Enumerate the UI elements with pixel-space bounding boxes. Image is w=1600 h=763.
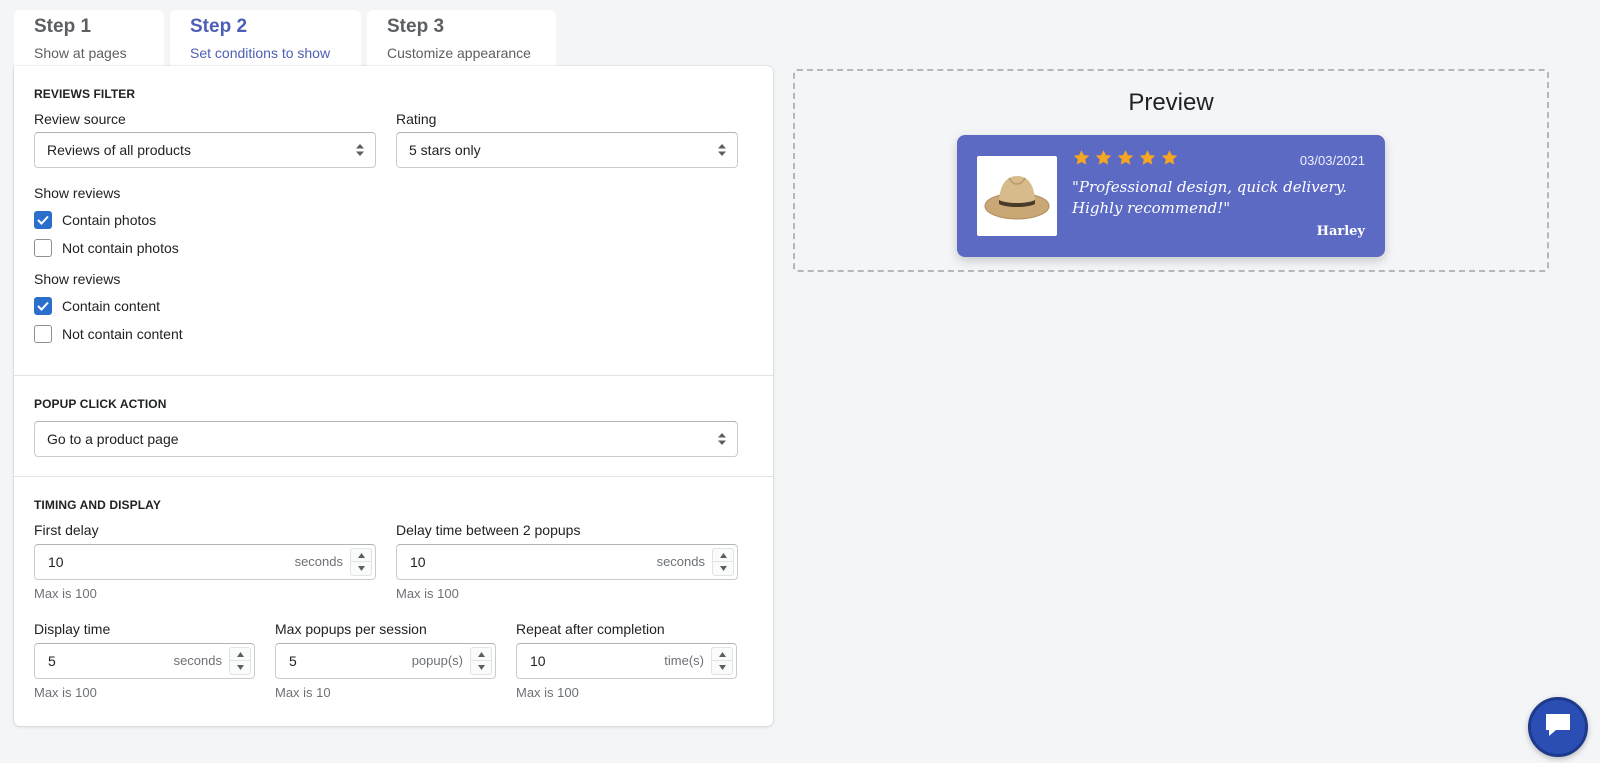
stepper-up-icon[interactable] xyxy=(230,648,250,661)
repeat-suffix: time(s) xyxy=(664,653,704,668)
first-delay-label: First delay xyxy=(34,522,99,538)
not-contain-photos-checkbox[interactable]: Not contain photos xyxy=(34,239,179,257)
star-icon xyxy=(1117,150,1134,165)
checkmark-icon xyxy=(34,297,52,315)
stepper-down-icon[interactable] xyxy=(230,661,250,674)
select-arrows-icon xyxy=(717,431,727,447)
timing-display-title: TIMING AND DISPLAY xyxy=(34,498,161,512)
review-date: 03/03/2021 xyxy=(1299,153,1365,168)
checkmark-icon xyxy=(34,211,52,229)
popup-click-action-select[interactable]: Go to a product page xyxy=(34,421,738,457)
first-delay-value: 10 xyxy=(48,554,64,570)
checkbox-empty-icon xyxy=(34,325,52,343)
not-contain-photos-label: Not contain photos xyxy=(62,240,179,256)
delay-between-input[interactable]: 10 seconds xyxy=(396,544,738,580)
review-source-select[interactable]: Reviews of all products xyxy=(34,132,376,168)
tab-step-2-subtitle: Set conditions to show xyxy=(190,45,331,61)
display-time-help: Max is 100 xyxy=(34,685,97,700)
popup-click-action-value: Go to a product page xyxy=(47,431,179,447)
max-popups-stepper xyxy=(470,647,492,675)
stepper-up-icon[interactable] xyxy=(471,648,491,661)
display-time-suffix: seconds xyxy=(173,653,222,668)
delay-between-help: Max is 100 xyxy=(396,586,459,601)
preview-area: Preview 03/03/2021 "Professional design,… xyxy=(793,69,1549,272)
star-icon xyxy=(1073,150,1090,165)
max-popups-suffix: popup(s) xyxy=(411,653,463,668)
stepper-up-icon[interactable] xyxy=(351,549,371,562)
first-delay-suffix: seconds xyxy=(294,554,343,569)
contain-content-checkbox[interactable]: Contain content xyxy=(34,297,160,315)
max-popups-value: 5 xyxy=(289,653,297,669)
max-popups-input[interactable]: 5 popup(s) xyxy=(275,643,496,679)
review-source-value: Reviews of all products xyxy=(47,142,191,158)
max-popups-help: Max is 10 xyxy=(275,685,331,700)
max-popups-label: Max popups per session xyxy=(275,621,427,637)
repeat-input[interactable]: 10 time(s) xyxy=(516,643,737,679)
rating-select[interactable]: 5 stars only xyxy=(396,132,738,168)
steps-tabs: Step 1 Show at pages Step 2 Set conditio… xyxy=(14,10,556,68)
review-author: Harley xyxy=(1316,224,1365,239)
delay-between-value: 10 xyxy=(410,554,426,570)
repeat-stepper xyxy=(711,647,733,675)
stepper-down-icon[interactable] xyxy=(713,562,733,575)
tab-step-2[interactable]: Step 2 Set conditions to show xyxy=(170,10,361,68)
chat-button[interactable] xyxy=(1528,697,1588,757)
not-contain-content-checkbox[interactable]: Not contain content xyxy=(34,325,183,343)
timing-display-section: TIMING AND DISPLAY First delay 10 second… xyxy=(14,477,773,726)
reviews-filter-title: REVIEWS FILTER xyxy=(34,87,136,101)
rating-value: 5 stars only xyxy=(409,142,481,158)
review-text: "Professional design, quick delivery. Hi… xyxy=(1072,178,1347,217)
checkbox-empty-icon xyxy=(34,239,52,257)
tab-step-3-title: Step 3 xyxy=(387,16,445,37)
not-contain-content-label: Not contain content xyxy=(62,326,183,342)
repeat-help: Max is 100 xyxy=(516,685,579,700)
delay-between-label: Delay time between 2 popups xyxy=(396,522,581,538)
show-reviews-photos-label: Show reviews xyxy=(34,185,121,201)
display-time-stepper xyxy=(229,647,251,675)
stepper-up-icon[interactable] xyxy=(713,549,733,562)
rating-stars xyxy=(1072,149,1179,167)
tab-step-1-subtitle: Show at pages xyxy=(34,45,127,61)
select-arrows-icon xyxy=(355,142,365,158)
stepper-down-icon[interactable] xyxy=(471,661,491,674)
tab-step-2-title: Step 2 xyxy=(190,16,248,37)
stepper-up-icon[interactable] xyxy=(712,648,732,661)
delay-between-suffix: seconds xyxy=(656,554,705,569)
contain-photos-label: Contain photos xyxy=(62,212,157,228)
star-icon xyxy=(1161,150,1178,165)
delay-between-stepper xyxy=(712,548,734,576)
contain-photos-checkbox[interactable]: Contain photos xyxy=(34,211,156,229)
star-icon xyxy=(1139,150,1156,165)
tab-step-3-subtitle: Customize appearance xyxy=(387,45,531,61)
display-time-value: 5 xyxy=(48,653,56,669)
review-popup[interactable]: 03/03/2021 "Professional design, quick d… xyxy=(957,135,1385,257)
review-source-label: Review source xyxy=(34,111,126,127)
select-arrows-icon xyxy=(717,142,727,158)
first-delay-input[interactable]: 10 seconds xyxy=(34,544,376,580)
stepper-down-icon[interactable] xyxy=(351,562,371,575)
repeat-value: 10 xyxy=(530,653,546,669)
stepper-down-icon[interactable] xyxy=(712,661,732,674)
preview-title: Preview xyxy=(1128,89,1214,116)
first-delay-stepper xyxy=(350,548,372,576)
straw-hat-icon xyxy=(977,156,1057,236)
tab-step-1-title: Step 1 xyxy=(34,16,92,37)
contain-content-label: Contain content xyxy=(62,298,161,314)
rating-label: Rating xyxy=(396,111,437,127)
popup-click-action-section: POPUP CLICK ACTION Go to a product page xyxy=(14,376,773,477)
star-icon xyxy=(1095,150,1112,165)
reviews-filter-section: REVIEWS FILTER Review source Reviews of … xyxy=(14,66,773,376)
tab-step-3[interactable]: Step 3 Customize appearance xyxy=(367,10,556,68)
conditions-panel: REVIEWS FILTER Review source Reviews of … xyxy=(14,66,773,726)
display-time-label: Display time xyxy=(34,621,111,637)
display-time-input[interactable]: 5 seconds xyxy=(34,643,255,679)
chat-bubble-icon xyxy=(1543,711,1573,744)
first-delay-help: Max is 100 xyxy=(34,586,97,601)
tab-step-1[interactable]: Step 1 Show at pages xyxy=(14,10,164,68)
show-reviews-content-label: Show reviews xyxy=(34,271,121,287)
repeat-label: Repeat after completion xyxy=(516,621,665,637)
popup-click-action-title: POPUP CLICK ACTION xyxy=(34,397,167,411)
